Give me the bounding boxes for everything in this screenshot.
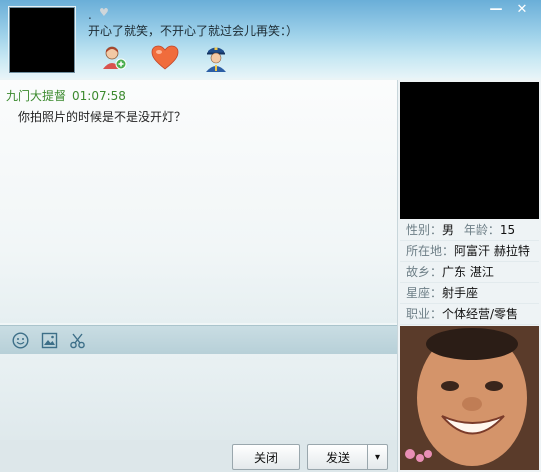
send-button[interactable]: 发送: [307, 444, 368, 470]
close-button[interactable]: 关闭: [232, 444, 300, 470]
scissors-icon[interactable]: [68, 331, 86, 349]
gender-value: 男: [442, 223, 455, 237]
message-text: 你拍照片的时候是不是没开灯？: [18, 110, 187, 124]
age-label: 年龄：: [463, 223, 500, 237]
close-window-button[interactable]: ✕: [509, 0, 535, 18]
contact-signature: 开心了就笑，不开心了就过会儿再笑：）: [88, 24, 299, 38]
contact-photo[interactable]: [400, 326, 539, 470]
small-heart-icon: ♥: [99, 6, 109, 19]
message-input[interactable]: [0, 354, 397, 440]
location-value: 阿富汗 赫拉特: [454, 244, 530, 258]
message-header: 九门大提督 01:07:58: [6, 87, 126, 104]
profile-row-location: 所在地：阿富汗 赫拉特: [400, 241, 539, 262]
message-time: 01:07:58: [72, 89, 126, 103]
window-controls: — ✕: [483, 0, 535, 18]
location-label: 所在地：: [406, 244, 455, 258]
zodiac-label: 星座：: [406, 286, 443, 300]
emoji-icon[interactable]: [11, 331, 29, 349]
chat-history[interactable]: 九门大提督 01:07:58 你拍照片的时候是不是没开灯？: [0, 80, 397, 323]
image-icon[interactable]: [40, 331, 58, 349]
profile-row-hometown: 故乡：广东 湛江: [400, 262, 539, 283]
minimize-button[interactable]: —: [483, 0, 509, 18]
video-area[interactable]: [400, 82, 539, 219]
send-options-dropdown[interactable]: ▾: [367, 444, 388, 470]
contact-avatar[interactable]: [9, 7, 75, 73]
profile-info: 性别：男 年龄：15 所在地：阿富汗 赫拉特 故乡：广东 湛江 星座：射手座 职…: [400, 220, 539, 325]
police-icon[interactable]: [202, 44, 230, 72]
chat-window: . ♥ 开心了就笑，不开心了就过会儿再笑：） — ✕ 九门大提督 01:07:5…: [0, 0, 541, 472]
heart-icon[interactable]: [151, 44, 179, 72]
profile-row-zodiac: 星座：射手座: [400, 283, 539, 304]
profile-row-job: 职业：个体经营/零售: [400, 304, 539, 325]
profile-panel: 性别：男 年龄：15 所在地：阿富汗 赫拉特 故乡：广东 湛江 星座：射手座 职…: [397, 80, 541, 472]
header: . ♥ 开心了就笑，不开心了就过会儿再笑：） — ✕: [0, 0, 541, 78]
contact-name: .: [88, 8, 92, 22]
input-toolbar: [0, 325, 397, 355]
add-contact-icon[interactable]: [100, 44, 128, 72]
hometown-value: 广东 湛江: [442, 265, 494, 279]
job-value: 个体经营/零售: [442, 307, 519, 321]
hometown-label: 故乡：: [406, 265, 443, 279]
action-bar: 关闭 发送 ▾: [0, 440, 397, 472]
age-value: 15: [499, 223, 516, 237]
profile-row-gender-age: 性别：男 年龄：15: [400, 220, 539, 241]
message-sender: 九门大提督: [6, 89, 67, 103]
gender-label: 性别：: [406, 223, 443, 237]
zodiac-value: 射手座: [442, 286, 479, 300]
job-label: 职业：: [406, 307, 443, 321]
